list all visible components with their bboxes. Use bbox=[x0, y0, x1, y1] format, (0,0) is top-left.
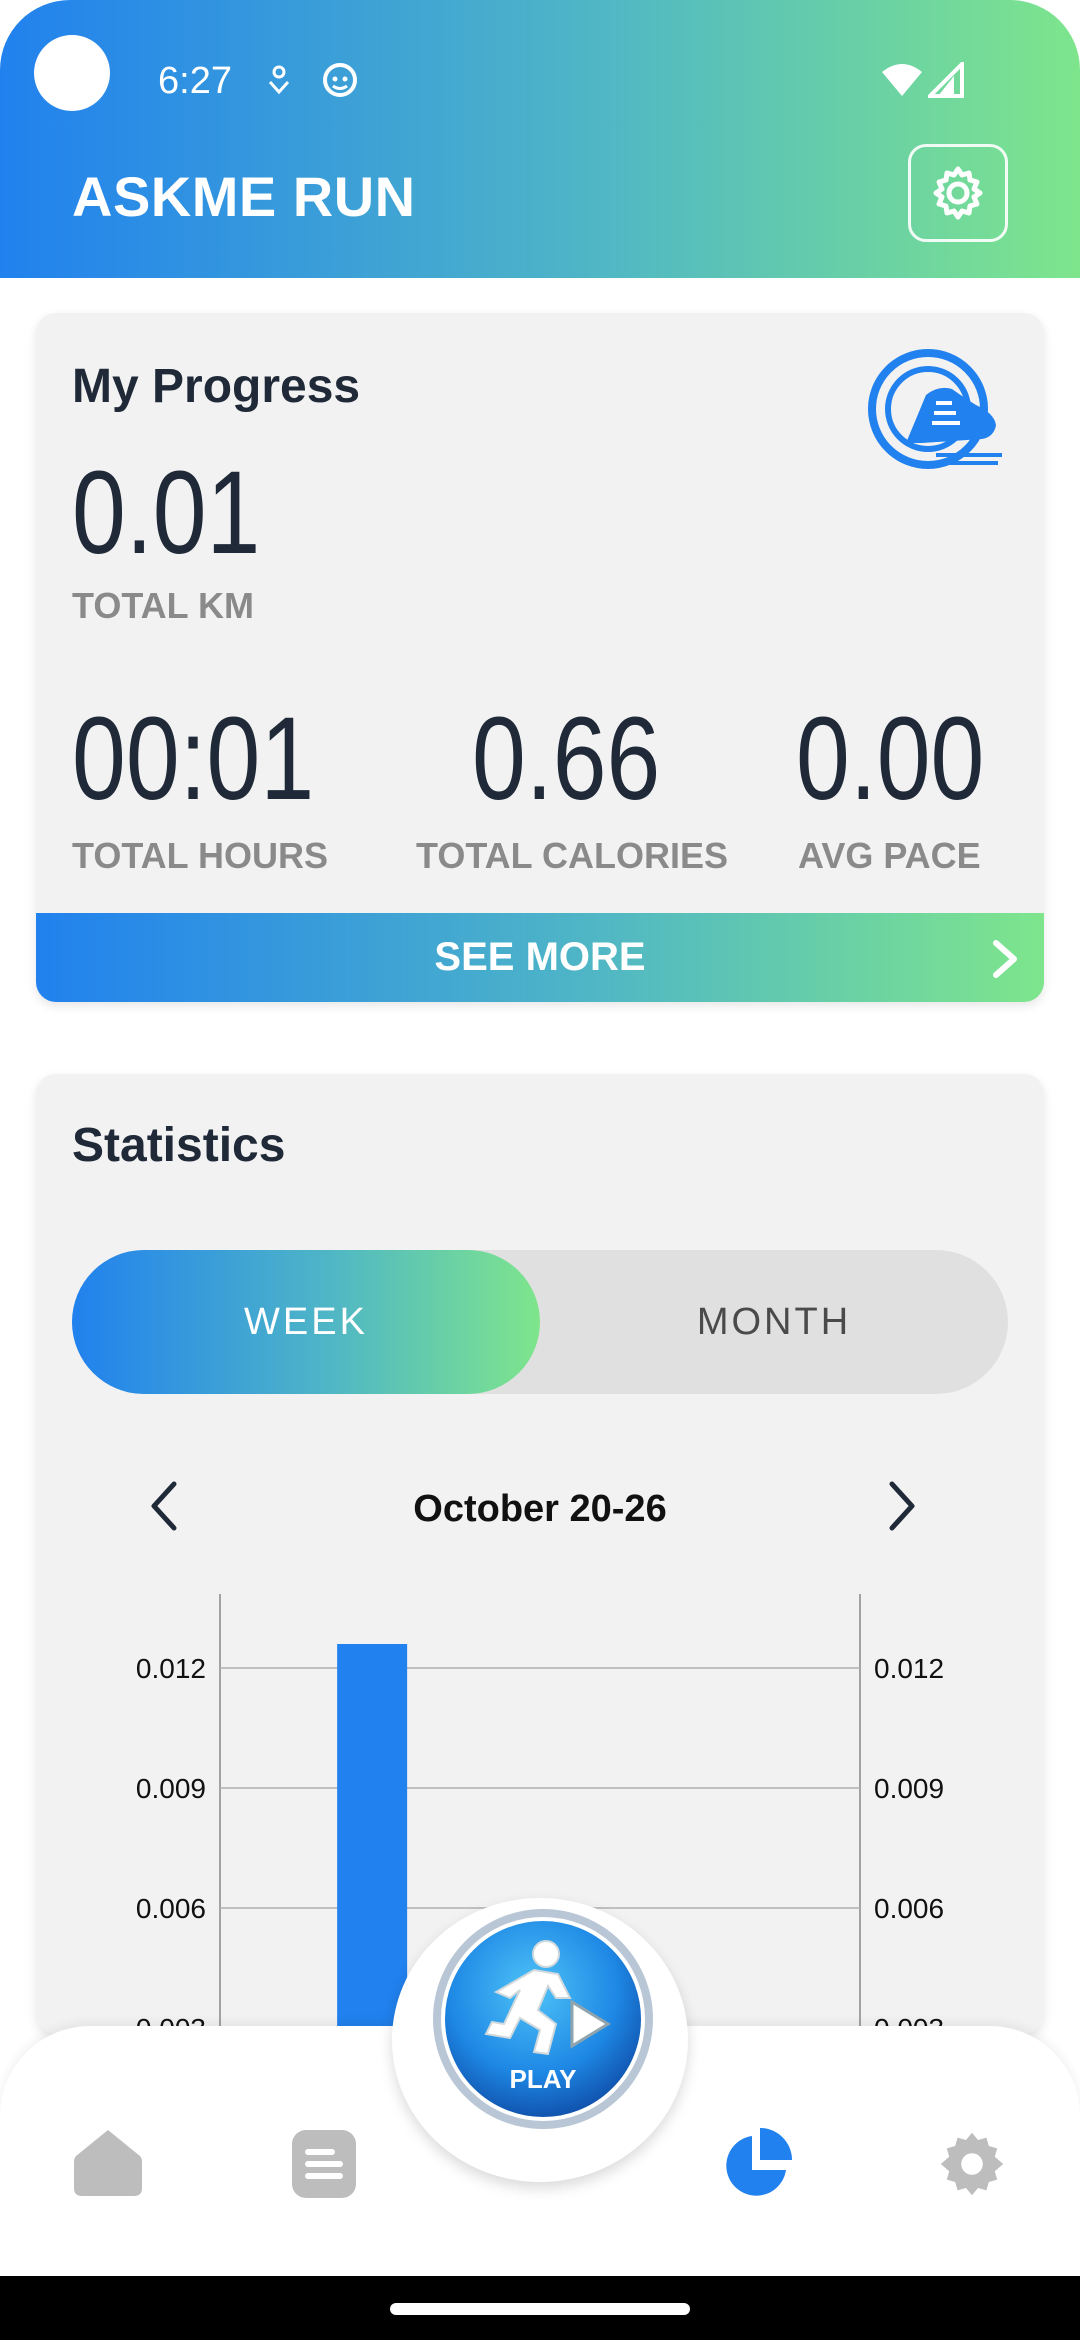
tab-week[interactable]: WEEK bbox=[72, 1250, 540, 1394]
app-status-icon bbox=[323, 63, 357, 97]
notification-icon bbox=[268, 65, 290, 95]
nav-pie-chart-icon[interactable] bbox=[720, 2128, 792, 2200]
home-indicator[interactable] bbox=[390, 2303, 690, 2315]
nav-gear-icon[interactable] bbox=[936, 2128, 1008, 2200]
header-settings-button[interactable] bbox=[908, 144, 1008, 242]
signal-icon bbox=[928, 62, 964, 98]
y-tick-label-left: 0.006 bbox=[136, 1893, 206, 1924]
statistics-card: Statistics WEEK MONTH October 20-26 0.01… bbox=[36, 1074, 1044, 2034]
play-button[interactable]: PLAY bbox=[430, 1906, 656, 2132]
total-hours-label: TOTAL HOURS bbox=[72, 835, 329, 876]
y-tick-label-right: 0.006 bbox=[874, 1893, 944, 1924]
avg-pace-value: 0.00 bbox=[796, 693, 985, 825]
y-tick-label-left: 0.012 bbox=[136, 1653, 206, 1684]
see-more-button[interactable]: SEE MORE bbox=[36, 913, 1044, 1002]
total-calories-value: 0.66 bbox=[472, 693, 661, 825]
wifi-icon bbox=[882, 64, 922, 96]
nav-document-icon[interactable] bbox=[292, 2130, 356, 2198]
running-shoe-logo bbox=[868, 349, 1002, 469]
progress-title: My Progress bbox=[72, 360, 361, 413]
see-more-label: SEE MORE bbox=[434, 935, 646, 979]
total-km-label: TOTAL KM bbox=[72, 585, 254, 626]
app-title: ASKME RUN bbox=[72, 165, 416, 228]
tab-month[interactable]: MONTH bbox=[540, 1250, 1008, 1394]
gear-icon bbox=[933, 166, 983, 220]
chart-bar bbox=[337, 1644, 408, 2034]
avg-pace-label: AVG PACE bbox=[798, 835, 981, 876]
nav-home-icon[interactable] bbox=[72, 2126, 144, 2198]
total-calories-label: TOTAL CALORIES bbox=[416, 835, 729, 876]
next-week-button[interactable] bbox=[884, 1478, 920, 1534]
app-header: 6:27 ASKME RUN bbox=[0, 0, 1080, 278]
y-tick-label-left: 0.009 bbox=[136, 1773, 206, 1804]
statistics-title: Statistics bbox=[72, 1119, 286, 1172]
total-km-value: 0.01 bbox=[72, 447, 261, 579]
total-hours-value: 00:01 bbox=[72, 693, 315, 825]
play-label: PLAY bbox=[510, 2064, 577, 2094]
camera-cutout bbox=[34, 35, 110, 111]
progress-card: My Progress 0.01 TOTAL KM 00:01 TOTAL HO… bbox=[36, 313, 1044, 1002]
y-tick-label-right: 0.012 bbox=[874, 1653, 944, 1684]
period-toggle: WEEK MONTH bbox=[72, 1250, 1008, 1394]
chevron-right-icon bbox=[993, 940, 1017, 978]
y-tick-label-right: 0.009 bbox=[874, 1773, 944, 1804]
status-time: 6:27 bbox=[158, 60, 232, 102]
